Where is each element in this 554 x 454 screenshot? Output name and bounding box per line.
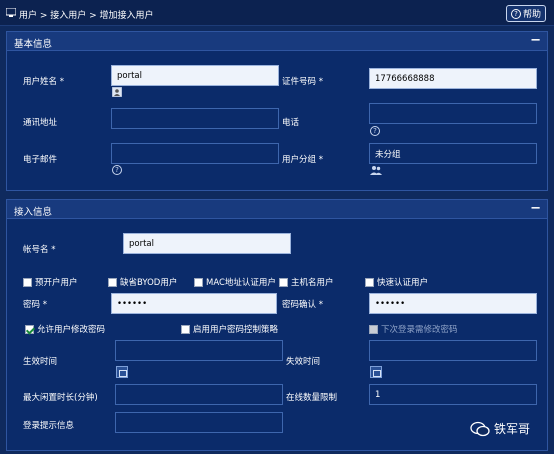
checkbox-icon (365, 277, 374, 287)
phone-label: 电话 (282, 118, 300, 128)
phone-input[interactable] (369, 103, 537, 124)
account-label: 帐号名 (23, 243, 55, 255)
expire-time-input[interactable] (369, 340, 537, 361)
password-input[interactable]: •••••• (111, 293, 277, 314)
quick-auth-label: 快速认证用户 (377, 278, 429, 288)
allow-change-password-checkbox[interactable]: 允许用户修改密码 (25, 323, 105, 335)
password-policy-checkbox[interactable]: 启用用户密码控制策略 (181, 323, 278, 335)
group-select-icon[interactable] (370, 165, 382, 175)
prepaid-user-checkbox[interactable]: 预开户用户 (23, 276, 78, 288)
help-button[interactable]: ? 帮助 (506, 5, 546, 22)
checkbox-icon (369, 324, 378, 334)
user-group-label: 用户分组 (282, 153, 323, 165)
breadcrumb-icon (6, 8, 16, 17)
checkbox-icon (23, 277, 32, 287)
access-info-title: 接入信息 (14, 207, 53, 218)
login-tip-input[interactable] (115, 412, 283, 433)
byod-user-checkbox[interactable]: 缺省BYOD用户 (108, 276, 177, 288)
hostname-user-checkbox[interactable]: 主机名用户 (279, 276, 334, 288)
effective-time-input[interactable] (115, 340, 283, 361)
mac-auth-checkbox[interactable]: MAC地址认证用户 (194, 276, 276, 288)
watermark: 铁军哥 (470, 420, 530, 437)
effective-time-label: 生效时间 (23, 357, 58, 367)
password-label: 密码 (23, 298, 47, 310)
checkbox-checked-icon (25, 324, 34, 334)
address-input[interactable] (111, 108, 279, 129)
max-idle-input[interactable] (115, 384, 283, 405)
password-policy-label: 启用用户密码控制策略 (193, 325, 279, 335)
password-confirm-input[interactable]: •••••• (369, 293, 537, 314)
expire-time-label: 失效时间 (286, 357, 321, 367)
calendar-icon[interactable] (370, 366, 382, 378)
next-login-change-checkbox[interactable]: 下次登录需修改密码 (369, 323, 458, 335)
max-idle-label: 最大闲置时长(分钟) (23, 393, 98, 403)
user-group-input[interactable]: 未分组 (369, 143, 537, 164)
collapse-icon[interactable]: − (530, 33, 541, 48)
access-info-header[interactable]: 接入信息 − (7, 200, 547, 219)
checkbox-icon (181, 324, 190, 334)
id-number-input[interactable]: 17766668888 (369, 68, 537, 89)
help-icon: ? (510, 8, 521, 19)
email-help-icon[interactable]: ? (112, 165, 122, 175)
address-label: 通讯地址 (23, 118, 58, 128)
basic-info-title: 基本信息 (14, 39, 53, 50)
basic-info-header[interactable]: 基本信息 − (7, 32, 547, 51)
phone-help-icon[interactable]: ? (370, 126, 380, 136)
online-limit-label: 在线数量限制 (286, 393, 338, 403)
quick-auth-checkbox[interactable]: 快速认证用户 (365, 276, 428, 288)
breadcrumb: 用户 > 接入用户 > 增加接入用户 (19, 11, 154, 21)
help-label: 帮助 (522, 10, 541, 20)
byod-user-label: 缺省BYOD用户 (120, 278, 178, 288)
user-select-icon[interactable] (112, 87, 122, 97)
top-bar: 用户 > 接入用户 > 增加接入用户 ? 帮助 (0, 0, 554, 26)
checkbox-icon (279, 277, 288, 287)
calendar-icon[interactable] (116, 366, 128, 378)
email-label: 电子邮件 (23, 155, 58, 165)
wechat-icon (470, 421, 490, 436)
login-tip-label: 登录提示信息 (23, 421, 75, 431)
password-confirm-label: 密码确认 (282, 298, 323, 310)
watermark-text: 铁军哥 (494, 422, 531, 436)
user-name-input[interactable]: portal (111, 65, 279, 86)
checkbox-icon (194, 277, 203, 287)
next-login-change-label: 下次登录需修改密码 (381, 325, 458, 335)
online-limit-input[interactable]: 1 (369, 384, 537, 405)
prepaid-user-label: 预开户用户 (35, 278, 78, 288)
mac-auth-label: MAC地址认证用户 (206, 278, 276, 288)
allow-change-password-label: 允许用户修改密码 (37, 325, 106, 335)
email-input[interactable] (111, 143, 279, 164)
user-name-label: 用户姓名 (23, 75, 64, 87)
collapse-icon[interactable]: − (530, 201, 541, 216)
account-input[interactable]: portal (123, 233, 291, 254)
id-number-label: 证件号码 (282, 75, 323, 87)
hostname-user-label: 主机名用户 (291, 278, 334, 288)
checkbox-icon (108, 277, 117, 287)
